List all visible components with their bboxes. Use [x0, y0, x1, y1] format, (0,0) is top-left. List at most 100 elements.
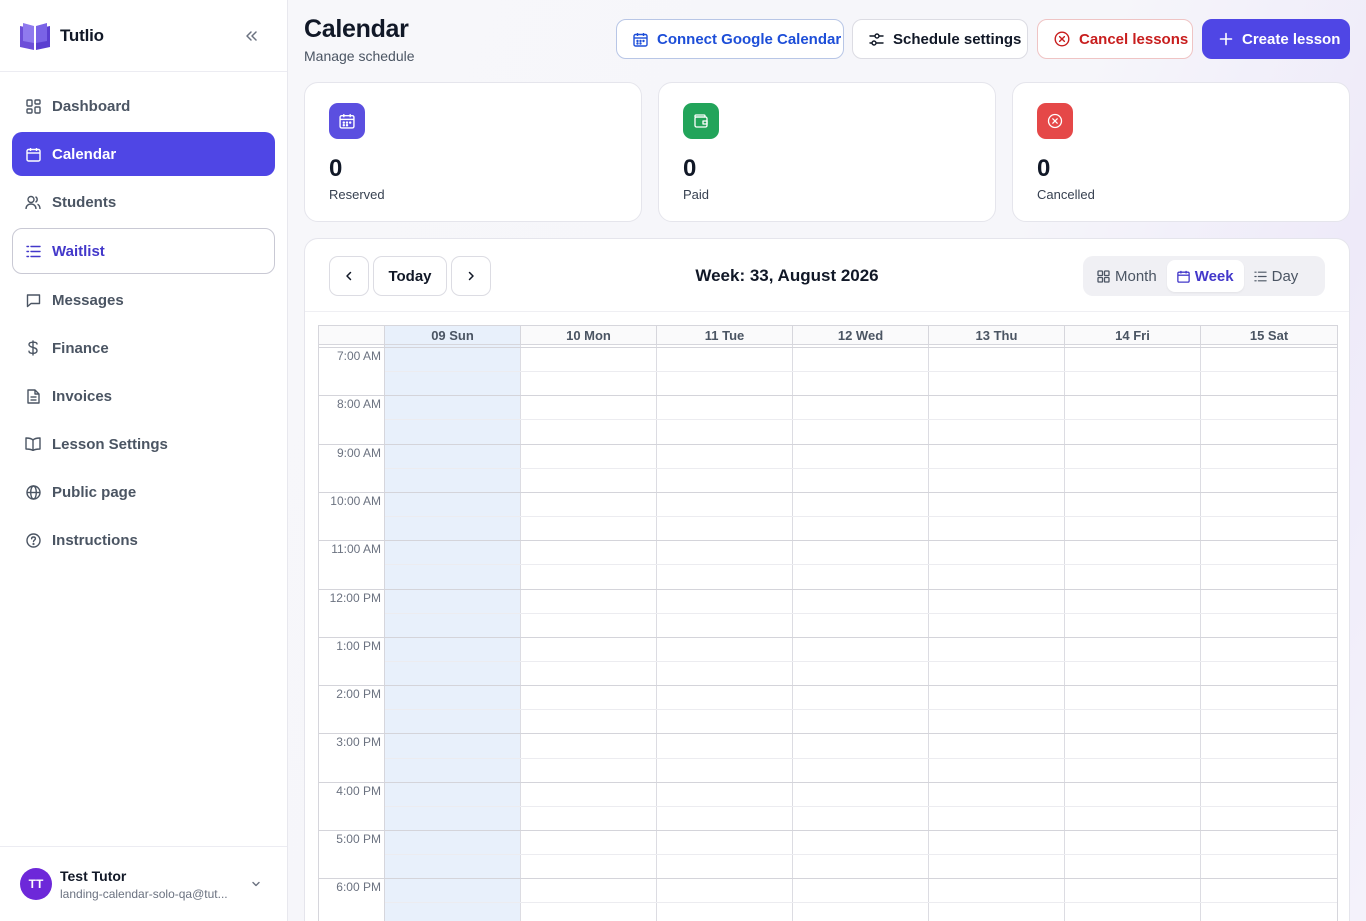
sidebar-item-label: Finance: [52, 339, 109, 357]
hour-gridline: [319, 878, 1337, 880]
sidebar-item-dashboard[interactable]: Dashboard: [12, 84, 275, 128]
message-icon: [25, 292, 41, 308]
x-circle-icon: [1037, 103, 1073, 139]
users-icon: [25, 194, 41, 210]
stat-card-reserved: 0 Reserved: [304, 82, 642, 222]
logo-book-icon: [20, 22, 50, 50]
view-month-button[interactable]: Month: [1087, 260, 1167, 292]
day-header[interactable]: 11 Tue: [657, 326, 793, 344]
sidebar-nav: Dashboard Calendar Students Waitlist Mes…: [0, 72, 287, 562]
calendar-icon: [25, 146, 41, 162]
sidebar-item-public-page[interactable]: Public page: [12, 470, 275, 514]
sidebar-item-calendar[interactable]: Calendar: [12, 132, 275, 176]
connect-google-calendar-button[interactable]: Connect Google Calendar: [616, 19, 844, 59]
sidebar: Tutlio Dashboard Calendar Students Waitl…: [0, 0, 288, 921]
sidebar-item-finance[interactable]: Finance: [12, 326, 275, 370]
half-hour-gridline: [385, 612, 1337, 614]
day-header[interactable]: 13 Thu: [929, 326, 1065, 344]
time-label: 3:00 PM: [336, 735, 381, 750]
calendar-toolbar: Today Week: 33, August 2026 Month Week D…: [305, 239, 1349, 312]
week-grid-body: 7:00 AM 8:00 AM 9:00 AM 10:00 AM 11:00 AM 12:…: [318, 345, 1338, 921]
day-header[interactable]: 15 Sat: [1201, 326, 1337, 344]
sidebar-item-label: Dashboard: [52, 97, 131, 115]
view-day-button[interactable]: Day: [1244, 260, 1309, 292]
create-lesson-button[interactable]: Create lesson: [1202, 19, 1350, 59]
brand-name: Tutlio: [60, 25, 104, 45]
stat-card-paid: 0 Paid: [658, 82, 996, 222]
half-hour-gridline: [385, 709, 1337, 711]
day-header[interactable]: 12 Wed: [793, 326, 929, 344]
collapse-sidebar-button[interactable]: [240, 25, 262, 47]
time-label: 5:00 PM: [336, 832, 381, 846]
plus-icon: [1219, 31, 1233, 47]
view-label: Day: [1271, 267, 1299, 285]
hour-gridline: [319, 443, 1337, 445]
day-column[interactable]: [521, 345, 657, 921]
day-header[interactable]: 09 Sun: [385, 326, 521, 344]
list-icon: [25, 243, 41, 259]
time-label: 1:00 PM: [336, 638, 381, 653]
time-label: 11:00 AM: [331, 542, 381, 557]
button-label: Create lesson: [1242, 30, 1341, 48]
book-icon: [25, 436, 41, 452]
cancel-lessons-button[interactable]: Cancel lessons: [1037, 19, 1193, 59]
sidebar-item-label: Messages: [52, 291, 124, 309]
calendar-icon: [329, 103, 365, 139]
view-week-button[interactable]: Week: [1166, 260, 1244, 292]
sidebar-item-invoices[interactable]: Invoices: [12, 374, 275, 418]
sidebar-item-label: Students: [52, 193, 117, 211]
day-column[interactable]: [657, 345, 793, 921]
time-label: 2:00 PM: [336, 687, 381, 702]
chevrons-left-icon: [246, 31, 257, 41]
half-hour-gridline: [385, 564, 1337, 566]
stat-label: Cancelled: [1037, 187, 1095, 202]
hour-gridline: [319, 395, 1337, 397]
sidebar-item-lesson-settings[interactable]: Lesson Settings: [12, 422, 275, 466]
user-name: Test Tutor: [60, 867, 127, 884]
chevron-down-icon: [252, 881, 260, 887]
hour-gridline: [319, 781, 1337, 783]
stat-card-cancelled: 0 Cancelled: [1012, 82, 1350, 222]
user-menu[interactable]: TT Test Tutor landing-calendar-solo-qa@t…: [0, 846, 287, 921]
stat-label: Reserved: [329, 187, 385, 202]
file-icon: [25, 388, 41, 404]
stat-label: Paid: [683, 187, 710, 202]
day-column[interactable]: [385, 345, 521, 921]
help-circle-icon: [25, 532, 41, 548]
half-hour-gridline: [385, 660, 1337, 662]
stat-value: 0: [329, 155, 343, 182]
sidebar-item-label: Waitlist: [52, 242, 105, 260]
stat-value: 0: [683, 155, 697, 182]
view-label: Month: [1115, 267, 1157, 285]
user-email: landing-calendar-solo-qa@tut...: [60, 886, 228, 901]
page-title: Calendar: [304, 15, 409, 43]
sidebar-item-messages[interactable]: Messages: [12, 278, 275, 322]
week-grid-header: 09 Sun 10 Mon 11 Tue 12 Wed 13 Thu 14 Fr…: [318, 325, 1338, 345]
sidebar-item-waitlist[interactable]: Waitlist: [12, 228, 275, 274]
dollar-icon: [25, 340, 41, 356]
half-hour-gridline: [385, 516, 1337, 518]
half-hour-gridline: [385, 805, 1337, 807]
dashboard-icon: [25, 98, 41, 114]
globe-icon: [25, 484, 41, 500]
day-column[interactable]: [1201, 345, 1337, 921]
calendar-icon: [633, 31, 648, 47]
wallet-icon: [683, 103, 719, 139]
day-column[interactable]: [929, 345, 1065, 921]
sidebar-item-students[interactable]: Students: [12, 180, 275, 224]
button-label: Schedule settings: [893, 30, 1022, 48]
sliders-icon: [869, 31, 884, 47]
sidebar-item-label: Lesson Settings: [52, 435, 168, 453]
time-label: 12:00 PM: [329, 590, 381, 605]
time-label: 10:00 AM: [330, 493, 381, 508]
day-header[interactable]: 10 Mon: [521, 326, 657, 344]
sidebar-item-instructions[interactable]: Instructions: [12, 518, 275, 562]
user-info: Test Tutor landing-calendar-solo-qa@tut.…: [60, 868, 242, 901]
time-label: 6:00 PM: [336, 880, 381, 895]
day-column[interactable]: [793, 345, 929, 921]
day-header[interactable]: 14 Fri: [1065, 326, 1201, 344]
schedule-settings-button[interactable]: Schedule settings: [852, 19, 1028, 59]
day-column[interactable]: [1065, 345, 1201, 921]
half-hour-gridline: [385, 371, 1337, 373]
sidebar-item-label: Public page: [52, 483, 137, 501]
